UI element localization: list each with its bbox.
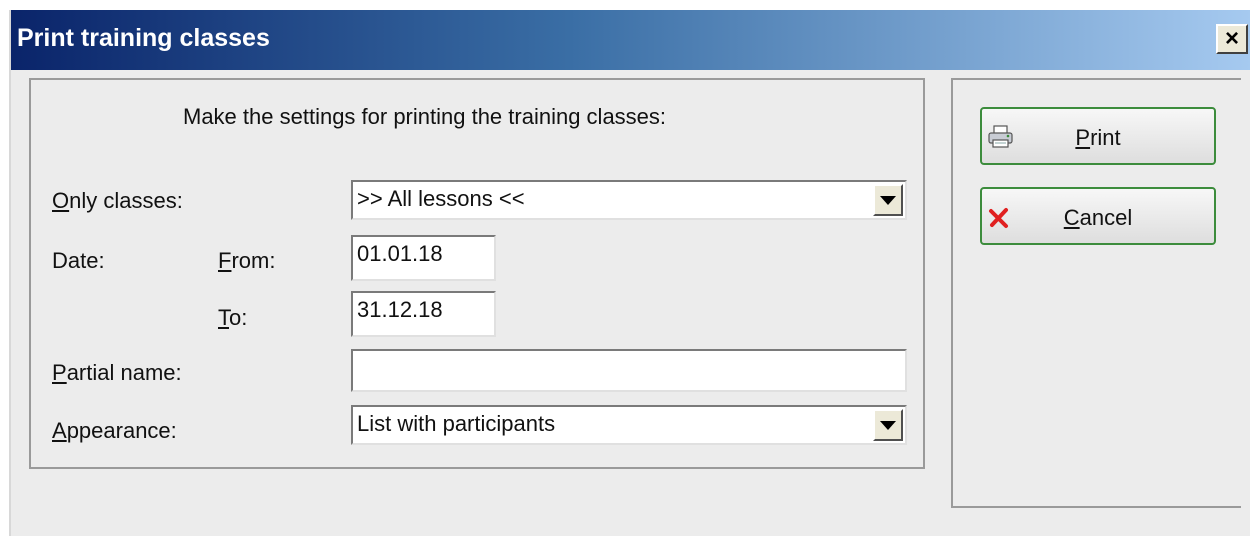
title-bar[interactable]: Print training classes × (11, 10, 1250, 70)
appearance-combobox[interactable]: List with participants (351, 405, 907, 445)
print-button[interactable]: Print (980, 107, 1216, 165)
appearance-value: List with participants (357, 411, 556, 436)
partial-name-input[interactable] (351, 349, 907, 392)
only-classes-combobox[interactable]: >> All lessons << (351, 180, 907, 220)
date-from-label: From: (218, 248, 276, 273)
only-classes-dropdown-button[interactable] (873, 184, 903, 216)
close-icon: × (1224, 25, 1239, 52)
partial-name-label: Partial name: (52, 360, 182, 385)
close-button[interactable]: × (1216, 24, 1248, 54)
cancel-button[interactable]: Cancel (980, 187, 1216, 245)
appearance-dropdown-button[interactable] (873, 409, 903, 441)
date-to-field[interactable]: 31.12.18 (351, 291, 496, 337)
cancel-button-label: Cancel (1063, 205, 1133, 230)
window-title: Print training classes (17, 24, 270, 52)
print-button-label: Print (1075, 125, 1121, 150)
chevron-down-icon (880, 195, 896, 205)
chevron-down-icon (880, 420, 896, 430)
date-to-value: 31.12.18 (357, 297, 443, 322)
appearance-label: Appearance: (52, 418, 177, 443)
only-classes-value: >> All lessons << (357, 186, 525, 211)
only-classes-label: Only classes: (52, 188, 183, 213)
date-label: Date: (52, 248, 105, 273)
date-to-label: To: (218, 305, 248, 330)
date-from-field[interactable]: 01.01.18 (351, 235, 496, 281)
date-from-value: 01.01.18 (357, 241, 443, 266)
instructions-text: Make the settings for printing the train… (183, 104, 667, 129)
